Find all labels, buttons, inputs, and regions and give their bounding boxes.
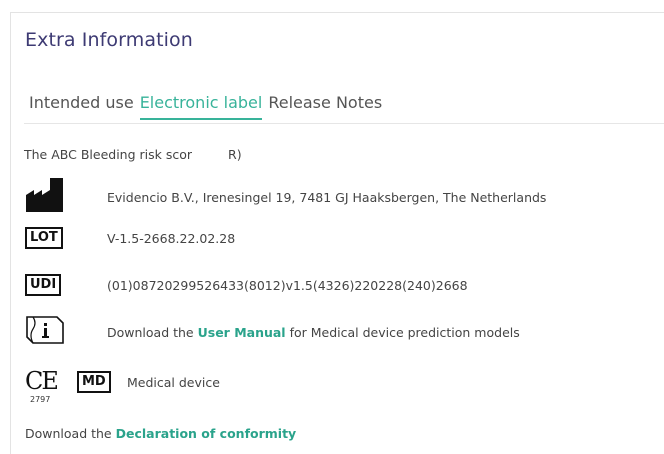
description-end: R) xyxy=(228,147,242,162)
manual-text: Download the User Manual for Medical dev… xyxy=(107,325,520,340)
extra-information-panel: Extra Information Intended use Electroni… xyxy=(10,12,664,454)
redacted-area xyxy=(192,148,229,163)
lot-row: LOT V-1.5-2668.22.02.28 xyxy=(25,227,235,249)
ce-mark: CE 2797 xyxy=(25,369,65,409)
lot-badge: LOT xyxy=(25,227,63,249)
tab-release-notes[interactable]: Release Notes xyxy=(268,93,382,120)
description-start: The ABC Bleeding risk scor xyxy=(24,147,193,162)
manual-row: Download the User Manual for Medical dev… xyxy=(25,315,520,349)
ce-mark-symbol: CE xyxy=(25,367,59,395)
manual-prefix: Download the xyxy=(107,324,198,340)
tab-electronic-label[interactable]: Electronic label xyxy=(139,93,263,120)
md-badge: MD xyxy=(77,371,111,393)
model-description: The ABC Bleeding risk scor R) xyxy=(24,147,242,163)
tab-bar: Intended use Electronic label Release No… xyxy=(29,93,388,120)
user-manual-link[interactable]: User Manual xyxy=(198,325,286,340)
declaration-row: Download the Declaration of conformity xyxy=(25,426,296,441)
lot-number: V-1.5-2668.22.02.28 xyxy=(107,230,236,246)
udi-badge: UDI xyxy=(25,274,62,296)
tab-divider xyxy=(24,123,664,124)
factory-icon xyxy=(25,177,65,217)
panel-title: Extra Information xyxy=(25,29,193,51)
medical-device-label: Medical device xyxy=(127,375,220,390)
instructions-info-icon xyxy=(25,315,65,349)
notified-body-number: 2797 xyxy=(30,395,51,404)
tab-intended-use[interactable]: Intended use xyxy=(29,93,134,120)
manual-suffix: for Medical device prediction models xyxy=(285,324,520,340)
declaration-prefix: Download the xyxy=(25,426,116,441)
udi-code: (01)08720299526433(8012)v1.5(4326)220228… xyxy=(107,277,468,293)
manufacturer-address: Evidencio B.V., Irenesingel 19, 7481 GJ … xyxy=(107,189,547,205)
declaration-of-conformity-link[interactable]: Declaration of conformity xyxy=(116,426,297,441)
manufacturer-row: Evidencio B.V., Irenesingel 19, 7481 GJ … xyxy=(25,177,546,217)
udi-row: UDI (01)08720299526433(8012)v1.5(4326)22… xyxy=(25,274,468,296)
